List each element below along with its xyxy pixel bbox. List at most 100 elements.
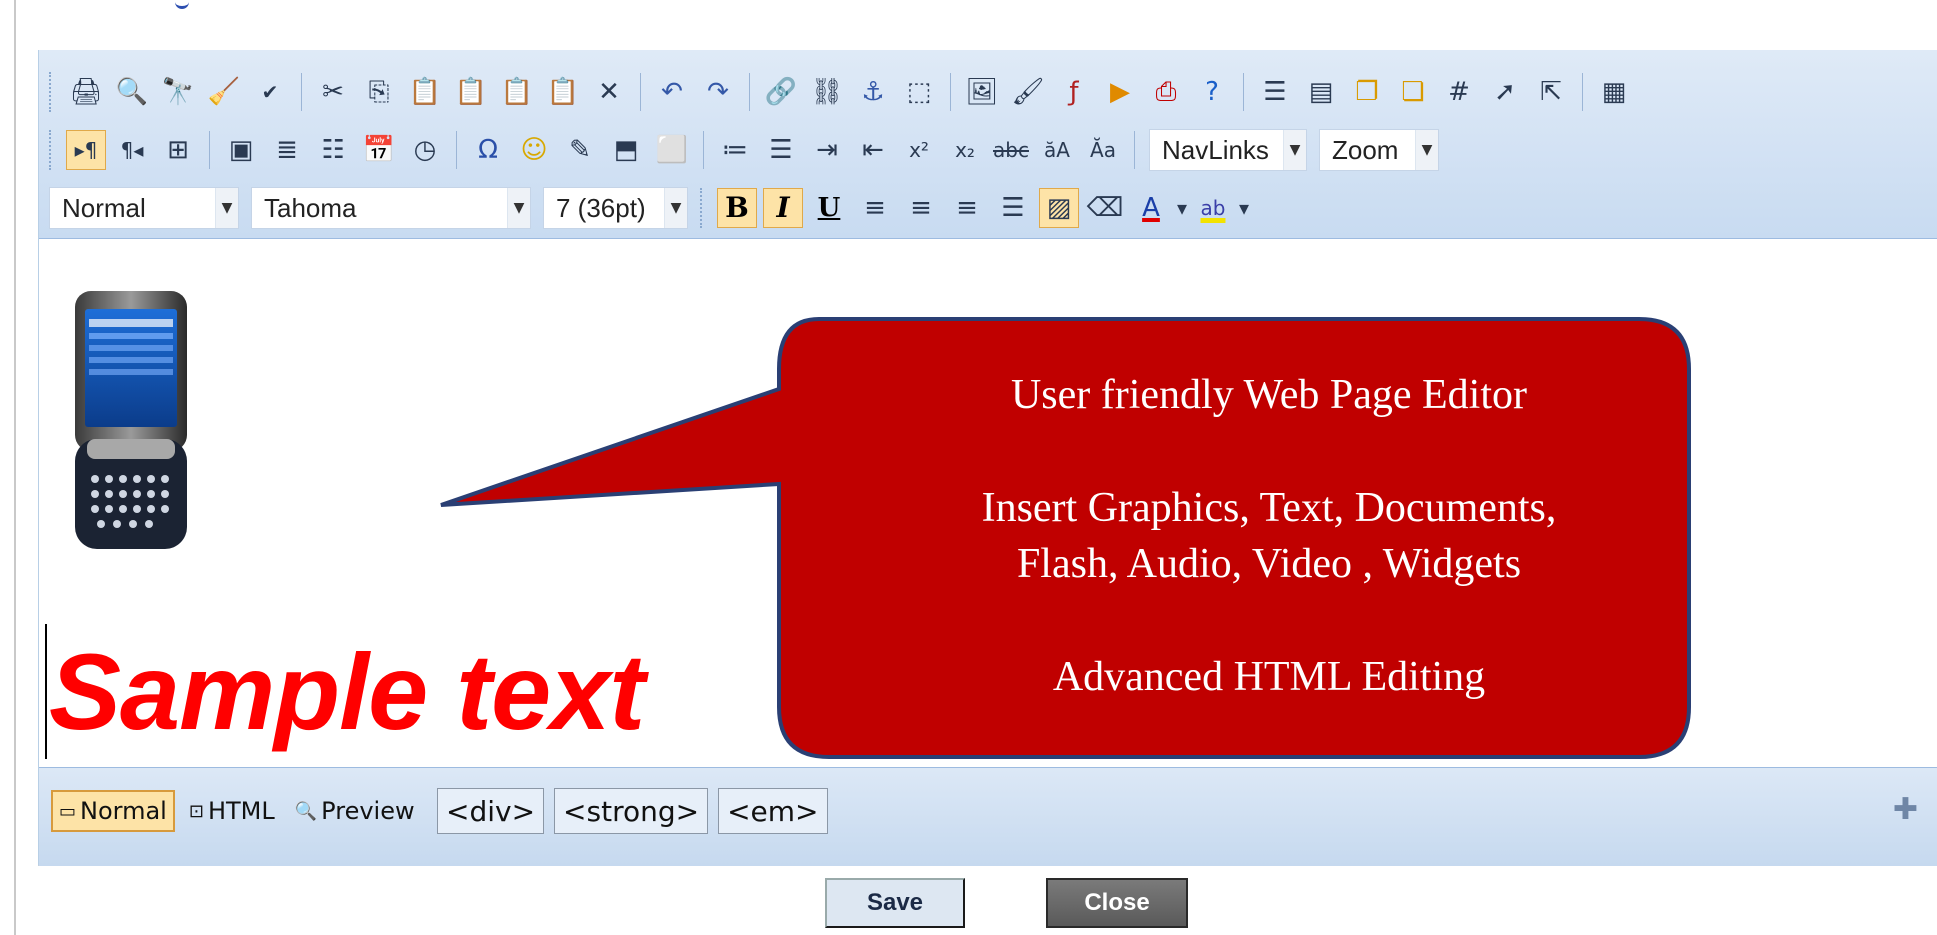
bold-button[interactable]: B: [717, 188, 757, 228]
textarea-icon[interactable]: ☷: [313, 130, 353, 170]
help-icon[interactable]: ?: [1192, 72, 1232, 112]
eraser-icon[interactable]: ⌫: [1085, 188, 1125, 228]
paragraph-style-select[interactable]: Normal ▼: [49, 187, 239, 229]
flash-icon[interactable]: ƒ: [1054, 72, 1094, 112]
justify-none-icon[interactable]: ▨: [1039, 188, 1079, 228]
chevron-down-icon[interactable]: ▾: [1174, 188, 1190, 228]
indent-icon[interactable]: ⇥: [807, 130, 847, 170]
clean-icon[interactable]: 🧹: [204, 72, 244, 112]
paste-word-icon[interactable]: 📋: [497, 72, 537, 112]
find-icon[interactable]: 🔭: [158, 72, 198, 112]
tag-strong[interactable]: <strong>: [554, 788, 709, 834]
omega-icon[interactable]: Ω: [468, 130, 508, 170]
markup-icon[interactable]: ⬜: [652, 130, 692, 170]
strikethrough-icon[interactable]: abc: [991, 130, 1031, 170]
tag-em[interactable]: <em>: [718, 788, 828, 834]
editor-content[interactable]: Sample text User friendly Web Page Edito…: [39, 239, 1937, 767]
top-decoration: [175, 0, 189, 9]
layer-copy-icon[interactable]: ❏: [1393, 72, 1433, 112]
anchor-icon[interactable]: ⚓: [853, 72, 893, 112]
paste-html-icon[interactable]: 📋: [543, 72, 583, 112]
chevron-down-icon[interactable]: ▼: [1415, 130, 1438, 170]
unlink-icon[interactable]: ⛓: [807, 72, 847, 112]
snippet-icon[interactable]: ✎: [560, 130, 600, 170]
edit-image-icon[interactable]: 🖌: [1008, 72, 1048, 112]
chevron-down-icon[interactable]: ▼: [1283, 130, 1306, 170]
table-icon[interactable]: #: [1439, 72, 1479, 112]
preview-icon[interactable]: 🔍: [112, 72, 152, 112]
mode-normal-label: Normal: [80, 797, 167, 825]
uppercase-icon[interactable]: ăA: [1037, 130, 1077, 170]
block-icon[interactable]: ⊞: [158, 130, 198, 170]
template-icon[interactable]: ▤: [1301, 72, 1341, 112]
font-size-select[interactable]: 7 (36pt) ▼: [543, 187, 688, 229]
toolbar-grip[interactable]: [49, 130, 55, 170]
frame-icon[interactable]: ⬒: [606, 130, 646, 170]
ordered-list-icon[interactable]: ≔: [715, 130, 755, 170]
chevron-down-icon[interactable]: ▼: [664, 188, 687, 228]
tag-div[interactable]: <div>: [437, 788, 545, 834]
select-icon[interactable]: ⬚: [899, 72, 939, 112]
unordered-list-icon[interactable]: ☰: [761, 130, 801, 170]
mode-html-tab[interactable]: ⊡ HTML: [183, 790, 281, 832]
toolbar-grip[interactable]: [49, 72, 55, 112]
page-left-border: [14, 0, 16, 935]
ltr-icon[interactable]: ▸¶: [66, 130, 106, 170]
lowercase-icon[interactable]: Ăa: [1083, 130, 1123, 170]
chevron-down-icon[interactable]: ▾: [1236, 188, 1252, 228]
mode-normal-tab[interactable]: ▭ Normal: [51, 790, 175, 832]
redo-icon[interactable]: ↷: [698, 72, 738, 112]
pdf-icon[interactable]: ⎙: [1146, 72, 1186, 112]
callout-line-3: Flash, Audio, Video , Widgets: [1016, 541, 1522, 588]
italic-button[interactable]: I: [763, 188, 803, 228]
paste-icon[interactable]: 📋: [405, 72, 445, 112]
callout-line-4: Advanced HTML Editing: [1052, 654, 1486, 701]
clock-icon[interactable]: ◷: [405, 130, 445, 170]
font-name-select[interactable]: Tahoma ▼: [251, 187, 531, 229]
date-icon[interactable]: 📅: [359, 130, 399, 170]
text-cursor: [45, 624, 47, 759]
mode-preview-tab[interactable]: 🔍 Preview: [289, 790, 421, 832]
align-right-icon[interactable]: ≡: [947, 188, 987, 228]
image-icon[interactable]: 🖼: [962, 72, 1002, 112]
pointer-plus-icon[interactable]: ➚: [1485, 72, 1525, 112]
horizontal-rule-icon[interactable]: ☰: [1255, 72, 1295, 112]
table-props-icon[interactable]: ▦: [1594, 72, 1634, 112]
subscript-icon[interactable]: x₂: [945, 130, 985, 170]
toolbar-grip[interactable]: [700, 188, 706, 228]
navlinks-select[interactable]: NavLinks ▼: [1149, 129, 1307, 171]
align-center-icon[interactable]: ≡: [901, 188, 941, 228]
rtl-icon[interactable]: ¶◂: [112, 130, 152, 170]
spellcheck-icon[interactable]: ✔: [250, 72, 290, 112]
resize-icon[interactable]: ✚: [1893, 792, 1918, 827]
layer-icon[interactable]: ❐: [1347, 72, 1387, 112]
copy-icon[interactable]: ⎘: [359, 72, 399, 112]
paste-text-icon[interactable]: 📋: [451, 72, 491, 112]
align-justify-icon[interactable]: ☰: [993, 188, 1033, 228]
mode-html-label: HTML: [207, 797, 275, 825]
toolbar-row-3: Normal ▼ Tahoma ▼ 7 (36pt) ▼ B I U ≡ ≡ ≡…: [49, 180, 1937, 236]
cut-icon[interactable]: ✂: [313, 72, 353, 112]
align-left-icon[interactable]: ≡: [855, 188, 895, 228]
smiley-icon[interactable]: ☺: [514, 130, 554, 170]
highlight-color-icon[interactable]: ab: [1193, 188, 1233, 228]
link-icon[interactable]: 🔗: [761, 72, 801, 112]
chevron-down-icon[interactable]: ▼: [215, 188, 238, 228]
close-button[interactable]: Close: [1046, 878, 1188, 928]
zoom-select[interactable]: Zoom ▼: [1319, 129, 1439, 171]
media-icon[interactable]: ▶: [1100, 72, 1140, 112]
font-color-icon[interactable]: A: [1131, 188, 1171, 228]
underline-button[interactable]: U: [809, 188, 849, 228]
save-button[interactable]: Save: [825, 878, 965, 928]
print-icon[interactable]: 🖨: [66, 72, 106, 112]
separator: [1134, 131, 1135, 169]
pointer-select-icon[interactable]: ⇱: [1531, 72, 1571, 112]
delete-icon[interactable]: ✕: [589, 72, 629, 112]
outdent-icon[interactable]: ⇤: [853, 130, 893, 170]
editor-statusbar: ▭ Normal ⊡ HTML 🔍 Preview <div> <strong>…: [39, 767, 1937, 866]
superscript-icon[interactable]: x²: [899, 130, 939, 170]
form-icon[interactable]: ▣: [221, 130, 261, 170]
undo-icon[interactable]: ↶: [652, 72, 692, 112]
list-box-icon[interactable]: ≣: [267, 130, 307, 170]
chevron-down-icon[interactable]: ▼: [507, 188, 530, 228]
